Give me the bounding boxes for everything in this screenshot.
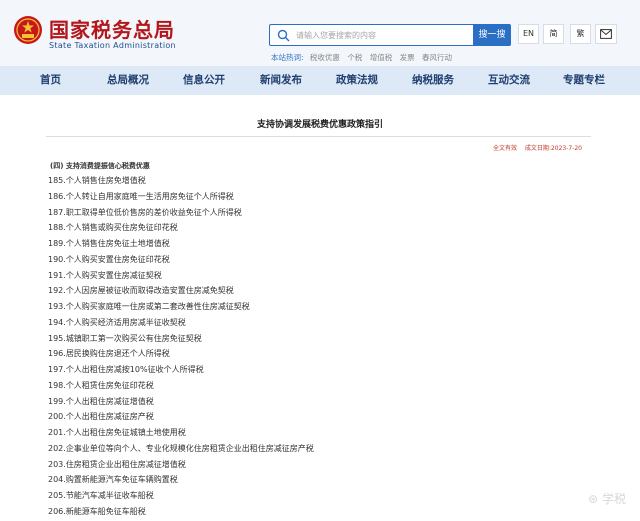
main-nav: 首页 总局概况 信息公开 新闻发布 政策法规 纳税服务 互动交流 专题专栏 — [0, 66, 640, 95]
nav-about[interactable]: 总局概况 — [107, 66, 149, 95]
search-box — [269, 24, 474, 46]
search-input[interactable] — [296, 28, 468, 43]
list-item[interactable]: 191.个人购买安置住房减征契税 — [48, 268, 162, 284]
list-item[interactable]: 192.个人因房屋被征收而取得改造安置住房减免契税 — [48, 283, 234, 299]
article-title: 支持协调发展税费优惠政策指引 — [256, 120, 383, 130]
issue-date: 成文日期:2023-7-20 — [524, 145, 582, 152]
search-button[interactable]: 搜一搜 — [473, 24, 511, 46]
list-item[interactable]: 203.住房租赁企业出租住房减征增值税 — [48, 457, 186, 473]
list-item[interactable]: 205.节能汽车减半征收车船税 — [48, 488, 154, 504]
list-item[interactable]: 198.个人租赁住房免征印花税 — [48, 378, 154, 394]
list-item[interactable]: 196.居民换购住房退还个人所得税 — [48, 346, 170, 362]
hot-word[interactable]: 税收优惠 — [310, 53, 340, 62]
nav-info-disclosure[interactable]: 信息公开 — [183, 66, 225, 95]
list-item[interactable]: 206.新能源车船免征车船税 — [48, 504, 146, 520]
validity-status: 全文有效 — [492, 145, 517, 152]
divider — [46, 136, 591, 137]
hot-word[interactable]: 增值税 — [370, 53, 393, 62]
list-item[interactable]: 189.个人销售住房免征土地增值税 — [48, 236, 170, 252]
article-meta: 全文有效 成文日期:2023-7-20 — [493, 143, 582, 152]
simplified-chinese-button[interactable]: 简 — [543, 24, 564, 44]
watermark: ⊛ 学税 — [588, 492, 626, 506]
mail-button[interactable] — [595, 24, 617, 44]
site-logo-english: State Taxation Administration — [49, 41, 176, 50]
nav-tax-service[interactable]: 纳税服务 — [412, 66, 454, 95]
list-item[interactable]: 190.个人购买安置住房免征印花税 — [48, 252, 170, 268]
language-english-button[interactable]: EN — [518, 24, 539, 44]
list-item[interactable]: 200.个人出租住房减征房产税 — [48, 409, 154, 425]
list-item[interactable]: 193.个人购买家庭唯一住房或第二套改善性住房减征契税 — [48, 299, 250, 315]
list-item[interactable]: 202.企事业单位等向个人、专业化规模化住房租赁企业出租住房减征房产税 — [48, 441, 314, 457]
hot-word[interactable]: 发票 — [400, 53, 415, 62]
list-item[interactable]: 186.个人转让自用家庭唯一生活用房免征个人所得税 — [48, 189, 234, 205]
traditional-chinese-button[interactable]: 繁 — [570, 24, 591, 44]
list-item[interactable]: 195.城镇职工第一次购买公有住房免征契税 — [48, 331, 202, 347]
site-logo-text[interactable]: 国家税务总局 — [49, 14, 175, 43]
search-icon — [277, 29, 290, 42]
nav-special-topics[interactable]: 专题专栏 — [563, 66, 605, 95]
nav-interaction[interactable]: 互动交流 — [488, 66, 530, 95]
site-header: 国家税务总局 State Taxation Administration 搜一搜… — [0, 0, 640, 66]
list-item[interactable]: 188.个人销售或购买住房免征印花税 — [48, 220, 178, 236]
list-item[interactable]: 204.购置新能源汽车免征车辆购置税 — [48, 472, 178, 488]
list-item[interactable]: 199.个人出租住房减征增值税 — [48, 394, 154, 410]
section-heading: (四) 支持消费提振信心税费优惠 — [50, 162, 150, 170]
nav-home[interactable]: 首页 — [40, 66, 61, 95]
hot-words: 本站热词: 税收优惠 个税 增值税 发票 春风行动 — [271, 52, 457, 63]
hot-word[interactable]: 个税 — [347, 53, 362, 62]
hot-word[interactable]: 春风行动 — [422, 53, 452, 62]
national-emblem-icon[interactable] — [13, 15, 43, 45]
nav-news[interactable]: 新闻发布 — [260, 66, 302, 95]
list-item[interactable]: 201.个人出租住房免征城镇土地使用税 — [48, 425, 186, 441]
list-item[interactable]: 185.个人销售住房免增值税 — [48, 173, 146, 189]
list-item[interactable]: 197.个人出租住房减按10%征收个人所得税 — [48, 362, 204, 378]
hot-words-label: 本站热词: — [271, 53, 304, 62]
list-item[interactable]: 187.职工取得单位低价售房的差价收益免征个人所得税 — [48, 205, 242, 221]
mail-icon — [600, 29, 612, 39]
nav-policy[interactable]: 政策法规 — [336, 66, 378, 95]
list-item[interactable]: 194.个人购买经济适用房减半征收契税 — [48, 315, 186, 331]
